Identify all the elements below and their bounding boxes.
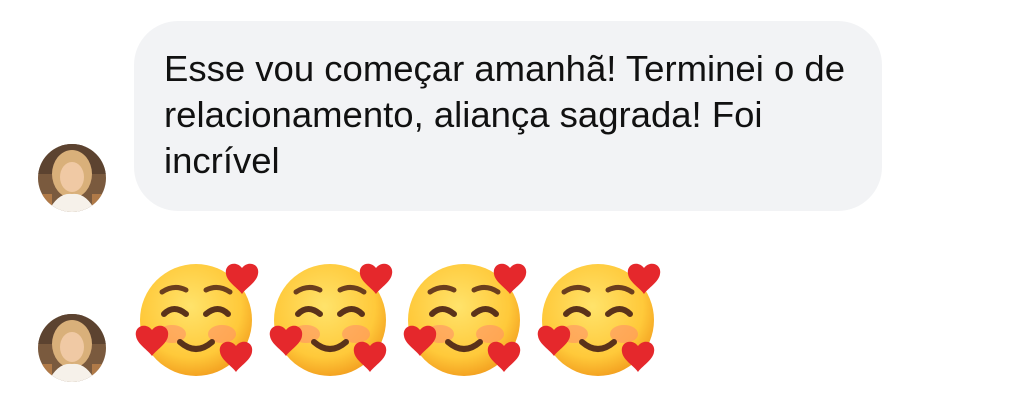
message-text: Esse vou começar amanhã! Terminei o de r… <box>164 48 846 181</box>
avatar-photo <box>38 144 106 212</box>
chat-thread: Esse vou começar amanhã! Terminei o de r… <box>0 0 1024 408</box>
avatar-photo <box>38 314 106 382</box>
message-bubble[interactable]: Esse vou começar amanhã! Terminei o de r… <box>134 21 882 211</box>
emoji-message[interactable] <box>132 254 668 384</box>
smiling-face-with-hearts-icon <box>132 254 266 382</box>
smiling-face-with-hearts-icon <box>400 254 534 382</box>
smiling-face-with-hearts-icon <box>534 254 668 382</box>
smiling-face-with-hearts-icon <box>266 254 400 382</box>
sender-avatar[interactable] <box>38 144 106 212</box>
sender-avatar[interactable] <box>38 314 106 382</box>
